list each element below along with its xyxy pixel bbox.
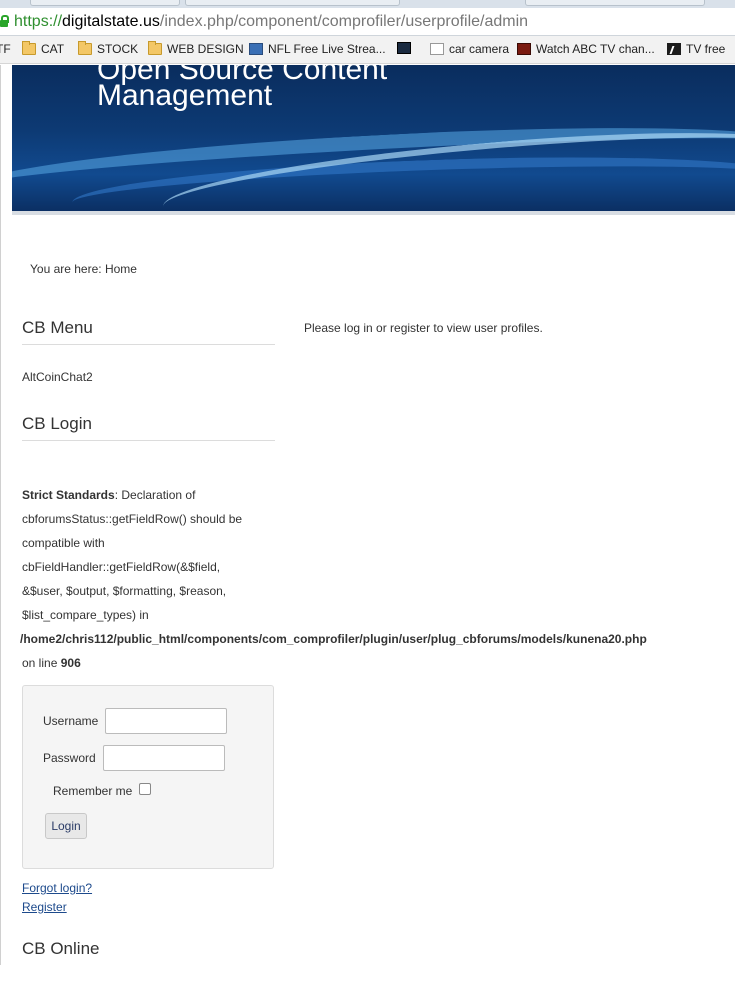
site-title[interactable]: Open Source Content Management bbox=[97, 65, 387, 112]
bookmark-label: TF bbox=[0, 42, 11, 56]
page-left-border bbox=[0, 65, 1, 965]
folder-icon bbox=[22, 41, 36, 55]
tv-icon bbox=[667, 43, 681, 55]
bookmark-web-design[interactable]: WEB DESIGN bbox=[148, 41, 244, 56]
warning-label: Strict Standards bbox=[22, 488, 115, 502]
cb-menu-title: CB Menu bbox=[22, 318, 93, 337]
bookmark-tv-free[interactable]: TV free bbox=[667, 42, 725, 56]
warning-text: $list_compare_types) in bbox=[22, 608, 149, 622]
divider bbox=[22, 440, 275, 441]
breadcrumb: You are here: Home bbox=[30, 262, 137, 276]
web-page: Open Source Content Management You are h… bbox=[0, 65, 735, 1005]
url-text[interactable]: https://digitalstate.us/index.php/compon… bbox=[14, 13, 528, 31]
folder-icon bbox=[148, 41, 162, 55]
password-input[interactable] bbox=[103, 745, 225, 771]
bookmark-label: WEB DESIGN bbox=[167, 42, 244, 56]
forgot-login-link[interactable]: Forgot login? bbox=[22, 881, 92, 895]
folder-icon bbox=[78, 41, 92, 55]
menu-item-altcoinchat2[interactable]: AltCoinChat2 bbox=[22, 370, 93, 384]
warning-text: cbforumsStatus::getFieldRow() should be bbox=[22, 512, 243, 526]
bookmark-label: NFL Free Live Strea... bbox=[268, 42, 386, 56]
login-form: Username Password Remember me Login bbox=[22, 685, 274, 869]
warning-text: : Declaration of bbox=[114, 488, 196, 502]
bookmark-label: CAT bbox=[41, 42, 65, 56]
bookmark-tf[interactable]: TF bbox=[0, 42, 11, 56]
browser-tab-strip bbox=[0, 0, 735, 8]
bookmark-abc[interactable]: Watch ABC TV chan... bbox=[517, 42, 655, 56]
cb-online-title: CB Online bbox=[22, 939, 100, 958]
username-label: Username bbox=[43, 714, 99, 728]
browser-tab[interactable] bbox=[185, 0, 400, 6]
bookmark-label: car camera bbox=[449, 42, 510, 56]
bookmark-label: Watch ABC TV chan... bbox=[536, 42, 655, 56]
remember-me-label: Remember me bbox=[53, 784, 133, 798]
divider bbox=[22, 344, 275, 345]
bookmark-cat[interactable]: CAT bbox=[22, 41, 65, 56]
password-label: Password bbox=[43, 751, 96, 765]
main-message: Please log in or register to view user p… bbox=[304, 321, 543, 335]
bookmark-site[interactable] bbox=[397, 42, 416, 54]
site-icon bbox=[397, 42, 411, 54]
page-icon bbox=[430, 43, 444, 55]
lock-icon bbox=[0, 15, 9, 27]
login-button[interactable]: Login bbox=[45, 813, 87, 839]
bookmark-label: STOCK bbox=[97, 42, 139, 56]
bookmarks-bar: TF CAT STOCK WEB DESIGN NFL Free Live St… bbox=[0, 36, 735, 64]
bookmark-nfl[interactable]: NFL Free Live Strea... bbox=[249, 42, 386, 56]
warning-line-number: 906 bbox=[60, 656, 81, 670]
bookmark-car-camera[interactable]: car camera bbox=[430, 42, 509, 56]
remember-me-checkbox[interactable] bbox=[139, 783, 151, 795]
address-bar[interactable]: https://digitalstate.us/index.php/compon… bbox=[0, 8, 735, 36]
site-header-banner: Open Source Content Management bbox=[12, 65, 735, 211]
banner-bottom-rule bbox=[12, 211, 735, 215]
url-host: digitalstate.us bbox=[62, 13, 160, 30]
warning-text: compatible with bbox=[22, 536, 105, 550]
site-title-line2: Management bbox=[97, 79, 273, 112]
username-input[interactable] bbox=[105, 708, 227, 734]
warning-on-line: on line bbox=[22, 656, 58, 670]
cb-login-title: CB Login bbox=[22, 414, 92, 433]
warning-path: /home2/chris112/public_html/components/c… bbox=[20, 632, 647, 646]
url-path: /index.php/component/comprofiler/userpro… bbox=[159, 13, 529, 30]
php-warning: Strict Standards: Declaration of cbforum… bbox=[20, 483, 722, 675]
bookmark-label: TV free bbox=[686, 42, 726, 56]
warning-text: cbFieldHandler::getFieldRow(&$field, bbox=[22, 560, 221, 574]
browser-tab[interactable] bbox=[525, 0, 705, 6]
browser-tab[interactable] bbox=[30, 0, 180, 6]
register-link[interactable]: Register bbox=[22, 900, 67, 914]
warning-text: &$user, $output, $formatting, $reason, bbox=[22, 584, 227, 598]
monitor-icon bbox=[249, 43, 263, 55]
url-scheme: https:// bbox=[14, 13, 63, 30]
bookmark-stock[interactable]: STOCK bbox=[78, 41, 139, 56]
abc-live-icon bbox=[517, 43, 531, 55]
